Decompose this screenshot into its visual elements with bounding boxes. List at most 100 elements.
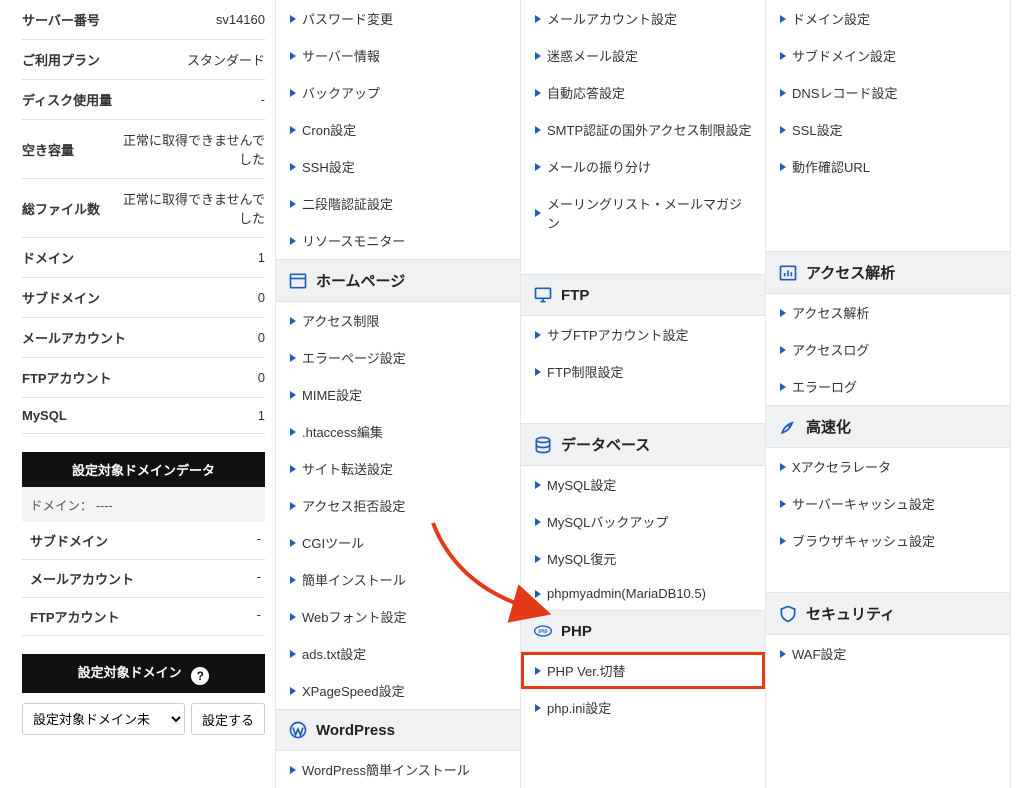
link-password-change[interactable]: パスワード変更 [276,0,520,37]
chevron-right-icon [290,200,296,208]
stat-label: メールアカウント [30,569,134,588]
link-access-log[interactable]: アクセスログ [766,331,1010,368]
link-waf[interactable]: WAF設定 [766,635,1010,672]
stat-label: ご利用プラン [22,50,100,69]
link-ftp-restriction[interactable]: FTP制限設定 [521,353,765,390]
link-cgi-tool[interactable]: CGIツール [276,524,520,561]
link-backup[interactable]: バックアップ [276,74,520,111]
cat-title: データベース [561,434,650,455]
link-sub-ftp[interactable]: サブFTPアカウント設定 [521,316,765,353]
link-phpmyadmin[interactable]: phpmyadmin(MariaDB10.5) [521,577,765,610]
chevron-right-icon [535,667,541,675]
link-ssl[interactable]: SSL設定 [766,111,1010,148]
link-label: エラーログ [792,377,857,396]
link-label: SSL設定 [792,120,843,139]
link-mailing-list[interactable]: メーリングリスト・メールマガジン [521,185,765,241]
link-error-log[interactable]: エラーログ [766,368,1010,405]
stat-label: ドメイン [22,248,74,267]
link-label: Webフォント設定 [302,607,407,626]
stat-value: 0 [258,330,265,345]
link-label: 自動応答設定 [547,83,625,102]
link-mysql-backup[interactable]: MySQLバックアップ [521,503,765,540]
link-auto-reply[interactable]: 自動応答設定 [521,74,765,111]
link-access-deny[interactable]: アクセス拒否設定 [276,487,520,524]
link-error-page[interactable]: エラーページ設定 [276,339,520,376]
chevron-right-icon [535,126,541,134]
link-smtp-auth[interactable]: SMTP認証の国外アクセス制限設定 [521,111,765,148]
link-label: ドメイン設定 [792,9,870,28]
chevron-right-icon [290,650,296,658]
chevron-right-icon [290,354,296,362]
link-php-ini[interactable]: php.ini設定 [521,689,765,726]
stat-label: サーバー番号 [22,10,100,29]
link-server-cache[interactable]: サーバーキャッシュ設定 [766,485,1010,522]
link-label: Cron設定 [302,120,356,139]
stat-label: MySQL [22,408,67,423]
link-wp-install[interactable]: WordPress簡単インストール [276,751,520,788]
link-server-info[interactable]: サーバー情報 [276,37,520,74]
chevron-right-icon [535,163,541,171]
link-check-url[interactable]: 動作確認URL [766,148,1010,185]
link-label: ブラウザキャッシュ設定 [792,531,935,550]
link-easy-install[interactable]: 簡単インストール [276,561,520,598]
cat-ftp: FTP [521,274,765,316]
link-htaccess[interactable]: .htaccess編集 [276,413,520,450]
stat-label: 空き容量 [22,140,74,159]
link-mysql[interactable]: MySQL設定 [521,466,765,503]
link-subdomain[interactable]: サブドメイン設定 [766,37,1010,74]
chevron-right-icon [290,163,296,171]
link-mysql-restore[interactable]: MySQL復元 [521,540,765,577]
link-label: 簡単インストール [302,570,406,589]
link-webfont[interactable]: Webフォント設定 [276,598,520,635]
cat-php: php PHP [521,610,765,652]
link-php-ver-switch[interactable]: PHP Ver.切替 [521,652,765,689]
shield-icon [778,604,798,624]
cat-title: PHP [561,623,592,640]
link-ssh[interactable]: SSH設定 [276,148,520,185]
cat-title: WordPress [316,722,395,739]
link-label: Xアクセラレータ [792,457,891,476]
link-2fa[interactable]: 二段階認証設定 [276,185,520,222]
link-mail-filter[interactable]: メールの振り分け [521,148,765,185]
link-spam-mail[interactable]: 迷惑メール設定 [521,37,765,74]
stat-value: 正常に取得できませんでした [115,189,265,227]
link-access-restriction[interactable]: アクセス制限 [276,302,520,339]
chevron-right-icon [290,126,296,134]
link-resource-monitor[interactable]: リソースモニター [276,222,520,259]
link-cron[interactable]: Cron設定 [276,111,520,148]
link-label: CGIツール [302,533,364,552]
chevron-right-icon [290,317,296,325]
link-mail-account[interactable]: メールアカウント設定 [521,0,765,37]
chevron-right-icon [535,331,541,339]
link-label: サーバーキャッシュ設定 [792,494,935,513]
link-dns[interactable]: DNSレコード設定 [766,74,1010,111]
link-label: ads.txt設定 [302,644,366,663]
link-browser-cache[interactable]: ブラウザキャッシュ設定 [766,522,1010,559]
chevron-right-icon [535,704,541,712]
link-ads-txt[interactable]: ads.txt設定 [276,635,520,672]
link-label: SSH設定 [302,157,355,176]
link-mime[interactable]: MIME設定 [276,376,520,413]
chevron-right-icon [290,502,296,510]
chevron-right-icon [780,52,786,60]
set-button[interactable]: 設定する [191,703,265,735]
wordpress-icon [288,720,308,740]
link-label: メーリングリスト・メールマガジン [547,194,753,232]
link-label: 迷惑メール設定 [547,46,638,65]
link-xpagespeed[interactable]: XPageSpeed設定 [276,672,520,709]
cat-access: アクセス解析 [766,251,1010,294]
link-domain[interactable]: ドメイン設定 [766,0,1010,37]
chevron-right-icon [290,539,296,547]
link-label: アクセス解析 [792,303,869,322]
chevron-right-icon [290,687,296,695]
stat-value: 0 [258,370,265,385]
target-domain-select[interactable]: 設定対象ドメイン未 [22,703,185,735]
chevron-right-icon [535,15,541,23]
cat-title: ホームページ [316,270,405,291]
help-icon[interactable]: ? [191,667,209,685]
link-access-analysis[interactable]: アクセス解析 [766,294,1010,331]
link-x-accelerator[interactable]: Xアクセラレータ [766,448,1010,485]
domain-data-header: 設定対象ドメインデータ [22,452,265,487]
cat-wordpress: WordPress [276,709,520,751]
link-site-forward[interactable]: サイト転送設定 [276,450,520,487]
